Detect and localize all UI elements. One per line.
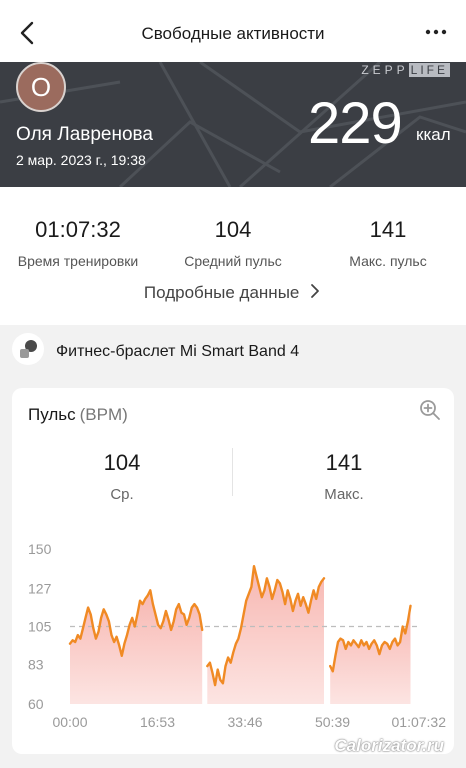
stat-value: 104 [214, 217, 252, 242]
page-title: Свободные активности [141, 24, 325, 43]
stat-value: 141 [369, 217, 407, 242]
top-bar: Свободные активности [0, 0, 466, 64]
x-tick-label: 33:46 [228, 714, 263, 730]
stat-value: 01:07:32 [35, 217, 121, 242]
calories-value: 229 [308, 91, 403, 156]
user-name: Оля Лавренова [16, 124, 153, 145]
x-tick-label: 01:07:32 [392, 714, 447, 730]
stat-duration: 01:07:32 Время тренировки [0, 217, 158, 269]
band-icon [12, 333, 44, 365]
details-link[interactable]: Подробные данные [0, 283, 466, 303]
device-name: Фитнес-браслет Mi Smart Band 4 [56, 343, 300, 360]
watermark: Calorizator.ru [334, 736, 444, 755]
more-button[interactable] [424, 22, 448, 42]
y-tick-label: 150 [28, 541, 52, 557]
stat-label: Макс. пульс [349, 253, 427, 269]
stat-avg-pulse: 104 Средний пульс [153, 217, 313, 269]
series-area-1 [70, 590, 203, 704]
heart-rate-card: Пульс (BPM) 104 Ср. 141 Макс. 150 127 105 83… [12, 388, 454, 754]
device-row: Фитнес-браслет Mi Smart Band 4 [0, 325, 466, 383]
x-tick-label: 50:39 [315, 714, 350, 730]
brand-logo: ZEPP LIFE [361, 63, 450, 77]
avatar[interactable]: О [16, 62, 66, 112]
y-tick-label: 60 [28, 696, 44, 712]
x-tick-label: 00:00 [52, 714, 87, 730]
details-link-label: Подробные данные [143, 283, 300, 302]
chevron-right-icon [311, 284, 320, 298]
activity-banner: ZEPP LIFE О Оля Лавренова 2 мар. 2023 г.,… [0, 62, 466, 187]
more-horizontal-icon [425, 29, 447, 35]
stat-label: Время тренировки [17, 253, 139, 269]
x-tick-label: 16:53 [140, 714, 175, 730]
stat-label: Средний пульс [184, 253, 282, 269]
calories-unit: ккал [416, 125, 451, 144]
activity-date: 2 мар. 2023 г., 19:38 [16, 152, 146, 168]
series-area-3 [330, 605, 411, 704]
y-tick-label: 127 [28, 581, 52, 597]
summary-stats: 01:07:32 Время тренировки 104 Средний пу… [0, 187, 466, 325]
heart-rate-chart: 150 127 105 83 60 00:00 16:53 33:46 50:39 01:07:3… [28, 541, 447, 730]
y-tick-label: 105 [28, 619, 52, 635]
stat-max-pulse: 141 Макс. пульс [308, 217, 466, 269]
y-tick-label: 83 [28, 656, 44, 672]
